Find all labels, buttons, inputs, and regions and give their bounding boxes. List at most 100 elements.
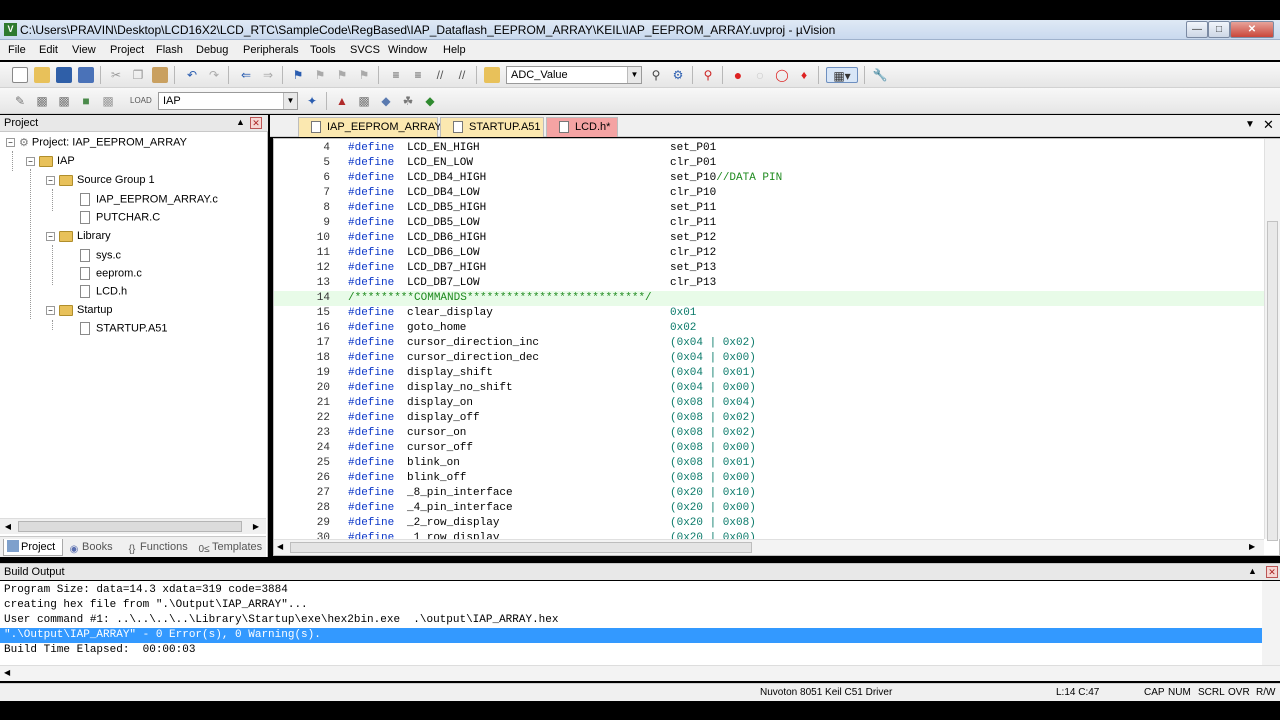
menu-debug[interactable]: Debug <box>196 44 228 56</box>
save-icon[interactable] <box>56 67 72 83</box>
pin-icon[interactable]: ▲ <box>236 117 245 127</box>
paste-icon[interactable] <box>152 67 168 83</box>
code-line[interactable]: 15 #define clear_display 0x01 <box>274 306 1264 321</box>
tree-file[interactable]: eeprom.c <box>80 267 142 285</box>
scroll-right-icon[interactable]: ▶ <box>250 521 262 533</box>
code-lines[interactable]: 4 #define LCD_EN_HIGH set_P01 5 #define LCD_EN… <box>274 141 1264 539</box>
project-horizontal-scrollbar[interactable]: ◀ ▶ <box>0 518 266 534</box>
menu-peripherals[interactable]: Peripherals <box>243 44 299 56</box>
code-editor[interactable]: 4 #define LCD_EN_HIGH set_P01 5 #define LCD_EN… <box>273 138 1280 556</box>
start-debug-icon[interactable]: ⚲ <box>700 67 716 83</box>
code-line[interactable]: 30 #define _1_row_display (0x20 | 0x00) <box>274 531 1264 539</box>
build-output-line[interactable]: Build Time Elapsed: 00:00:03 <box>0 643 1262 658</box>
tab-startup-a51[interactable]: STARTUP.A51 <box>440 117 544 137</box>
code-line[interactable]: 26 #define blink_off (0x08 | 0x00) <box>274 471 1264 486</box>
enable-breakpoint-icon[interactable]: ○ <box>752 67 768 83</box>
tree-target[interactable]: − IAP <box>26 155 75 173</box>
manage-project-icon[interactable]: ▲ <box>334 93 350 109</box>
code-line[interactable]: 19 #define display_shift (0x04 | 0x01) <box>274 366 1264 381</box>
tree-group[interactable]: − Library <box>46 230 111 248</box>
nav-forward-icon[interactable]: ⇒ <box>260 67 276 83</box>
collapse-icon[interactable]: − <box>46 231 55 241</box>
code-line[interactable]: 25 #define blink_on (0x08 | 0x01) <box>274 456 1264 471</box>
tree-file[interactable]: LCD.h <box>80 285 127 303</box>
menu-help[interactable]: Help <box>443 44 466 56</box>
disable-breakpoints-icon[interactable]: ◯ <box>774 67 790 83</box>
close-icon[interactable]: ✕ <box>1266 566 1278 578</box>
build-horizontal-scrollbar[interactable]: ◀ <box>0 665 1280 681</box>
tree-file[interactable]: PUTCHAR.C <box>80 211 160 229</box>
code-line[interactable]: 4 #define LCD_EN_HIGH set_P01 <box>274 141 1264 156</box>
save-all-icon[interactable] <box>78 67 94 83</box>
download-icon[interactable]: LOAD <box>130 93 152 109</box>
window-layout-icon[interactable]: ▦▾ <box>826 67 858 83</box>
batch-build-icon[interactable]: ■ <box>78 93 94 109</box>
nav-back-icon[interactable]: ⇐ <box>238 67 254 83</box>
code-line[interactable]: 10 #define LCD_DB6_HIGH set_P12 <box>274 231 1264 246</box>
code-line[interactable]: 11 #define LCD_DB6_LOW clr_P12 <box>274 246 1264 261</box>
collapse-icon[interactable]: − <box>26 156 35 166</box>
pack-installer-icon[interactable]: ☘ <box>400 93 416 109</box>
tree-group[interactable]: − Source Group 1 <box>46 174 155 192</box>
code-line[interactable]: 27 #define _8_pin_interface (0x20 | 0x10) <box>274 486 1264 501</box>
scroll-left-icon[interactable]: ◀ <box>2 521 14 533</box>
close-window-button[interactable]: ✕ <box>1230 21 1274 38</box>
insert-breakpoint-icon[interactable]: ● <box>730 67 746 83</box>
code-line[interactable]: 17 #define cursor_direction_inc (0x04 | 0x0… <box>274 336 1264 351</box>
scroll-right-icon[interactable]: ▶ <box>1249 542 1255 551</box>
code-line[interactable]: 5 #define LCD_EN_LOW clr_P01 <box>274 156 1264 171</box>
tree-file[interactable]: sys.c <box>80 249 121 267</box>
code-line[interactable]: 21 #define display_on (0x08 | 0x04) <box>274 396 1264 411</box>
tab-templates[interactable]: 0≤ Templates <box>195 539 265 556</box>
incremental-find-icon[interactable]: ⚙ <box>670 67 686 83</box>
build-output-line[interactable]: ".\Output\IAP_ARRAY" - 0 Error(s), 0 War… <box>0 628 1262 643</box>
tab-lcd-h[interactable]: LCD.h* <box>546 117 618 137</box>
scroll-left-icon[interactable]: ◀ <box>4 668 10 677</box>
bookmark-icon[interactable]: ⚑ <box>290 67 306 83</box>
code-line[interactable]: 18 #define cursor_direction_dec (0x04 | 0x0… <box>274 351 1264 366</box>
target-options-icon[interactable]: ✦ <box>304 93 320 109</box>
menu-edit[interactable]: Edit <box>39 44 58 56</box>
kill-breakpoints-icon[interactable]: ♦ <box>796 67 812 83</box>
chevron-down-icon[interactable]: ▼ <box>283 93 297 109</box>
tab-project[interactable]: Project <box>3 539 63 556</box>
pin-icon[interactable]: ▲ <box>1248 566 1257 576</box>
tree-project-root[interactable]: − ⚙ Project: IAP_EEPROM_ARRAY <box>6 136 187 154</box>
uncomment-icon[interactable]: // <box>454 67 470 83</box>
tree-file[interactable]: STARTUP.A51 <box>80 322 168 340</box>
find-icon[interactable]: ⚲ <box>648 67 664 83</box>
build-output-line[interactable]: creating hex file from ".\Output\IAP_ARR… <box>0 598 1262 613</box>
redo-icon[interactable]: ↷ <box>206 67 222 83</box>
rte-icon[interactable]: ◆ <box>378 93 394 109</box>
open-folder-icon[interactable] <box>34 67 50 83</box>
menu-view[interactable]: View <box>72 44 96 56</box>
menu-svcs[interactable]: SVCS <box>350 44 380 56</box>
chevron-down-icon[interactable]: ▼ <box>627 67 641 83</box>
maximize-button[interactable]: □ <box>1208 21 1230 38</box>
code-line[interactable]: 12 #define LCD_DB7_HIGH set_P13 <box>274 261 1264 276</box>
code-line[interactable]: 6 #define LCD_DB4_HIGH set_P10//DATA PIN <box>274 171 1264 186</box>
target-combo[interactable]: IAP ▼ <box>158 92 298 110</box>
indent-icon[interactable]: ≡ <box>388 67 404 83</box>
collapse-icon[interactable]: − <box>6 138 15 147</box>
build-icon[interactable]: ▩ <box>34 93 50 109</box>
editor-horizontal-scrollbar[interactable]: ◀ ▶ <box>274 539 1264 555</box>
select-packs-icon[interactable]: ▩ <box>356 93 372 109</box>
menu-file[interactable]: File <box>8 44 26 56</box>
code-line[interactable]: 9 #define LCD_DB5_LOW clr_P11 <box>274 216 1264 231</box>
close-tab-icon[interactable]: ✕ <box>1263 117 1274 133</box>
tab-functions[interactable]: {} Functions <box>123 539 193 556</box>
collapse-icon[interactable]: − <box>46 175 55 185</box>
tree-file[interactable]: IAP_EEPROM_ARRAY.c <box>80 193 218 211</box>
find-in-files-icon[interactable] <box>484 67 500 83</box>
editor-vertical-scrollbar[interactable] <box>1264 139 1280 541</box>
scroll-thumb[interactable] <box>18 521 242 532</box>
scroll-thumb[interactable] <box>290 542 752 553</box>
code-line[interactable]: 13 #define LCD_DB7_LOW clr_P13 <box>274 276 1264 291</box>
build-output-line[interactable]: Program Size: data=14.3 xdata=319 code=3… <box>0 583 1262 598</box>
software-packs-icon[interactable]: ◆ <box>422 93 438 109</box>
cut-icon[interactable]: ✂ <box>108 67 124 83</box>
collapse-icon[interactable]: − <box>46 305 55 315</box>
build-output-panel[interactable]: Program Size: data=14.3 xdata=319 code=3… <box>0 581 1280 665</box>
unindent-icon[interactable]: ≡ <box>410 67 426 83</box>
